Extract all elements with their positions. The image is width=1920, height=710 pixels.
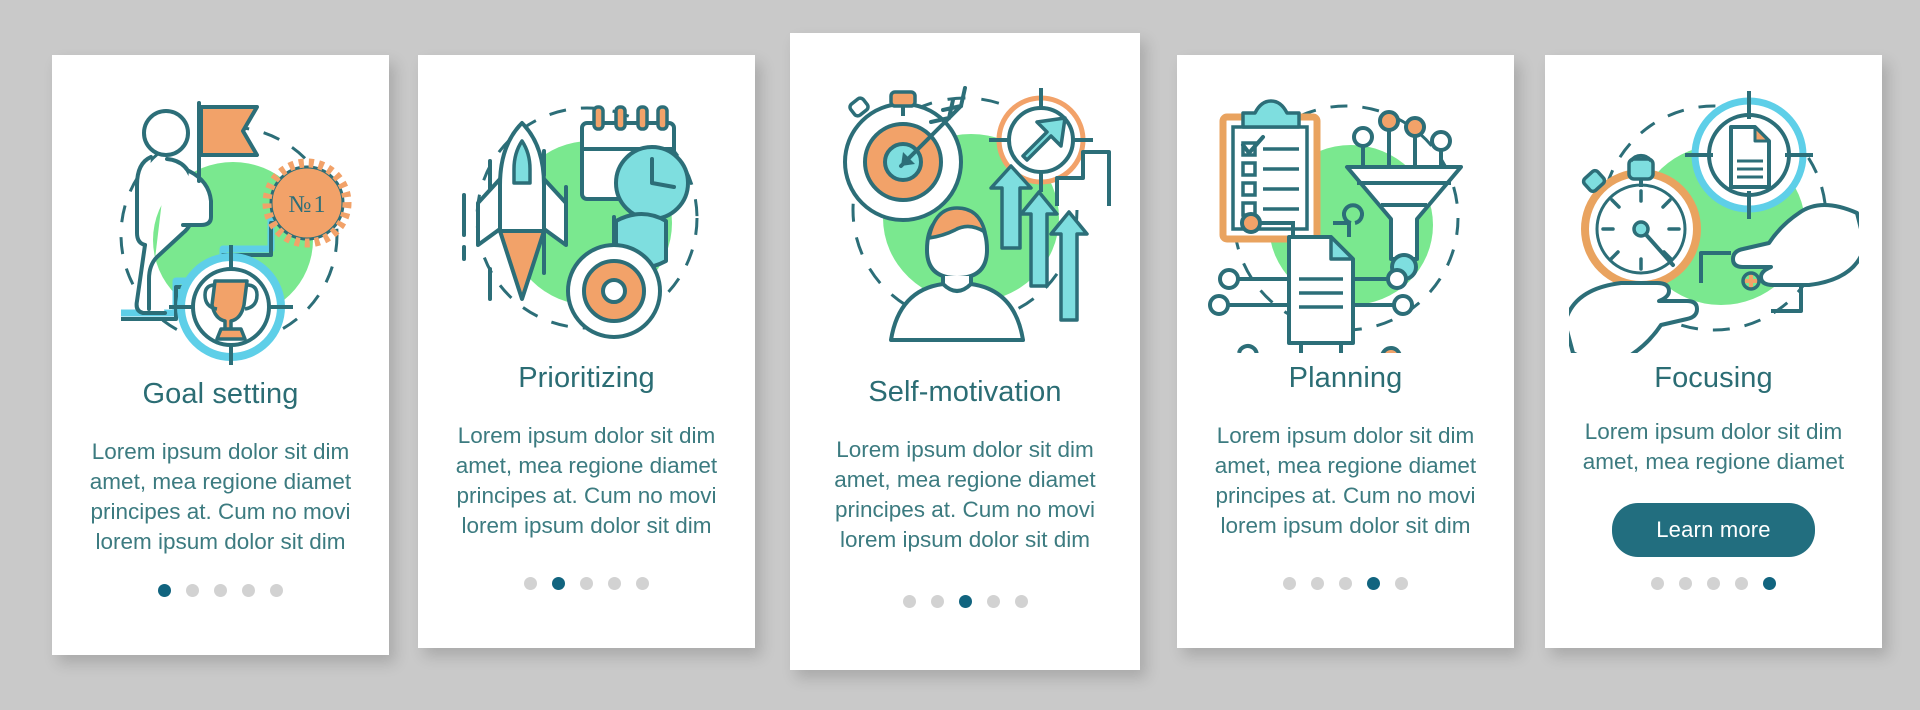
- pagination-dot-1[interactable]: [524, 577, 537, 590]
- card-title: Prioritizing: [518, 362, 655, 394]
- pagination-dot-3[interactable]: [958, 595, 972, 608]
- card-title: Focusing: [1654, 362, 1773, 394]
- pagination-dots[interactable]: [790, 595, 1140, 608]
- pagination-dot-2[interactable]: [930, 595, 944, 608]
- pagination-dots[interactable]: [1545, 577, 1882, 590]
- pagination-dot-5[interactable]: [1014, 595, 1028, 608]
- self-motivation-illustration: [790, 33, 1140, 375]
- pagination-dot-1[interactable]: [902, 595, 916, 608]
- pagination-dot-4[interactable]: [1367, 577, 1380, 590]
- pagination-dot-2[interactable]: [552, 577, 565, 590]
- pagination-dot-1[interactable]: [158, 584, 171, 597]
- card-title: Planning: [1288, 362, 1403, 394]
- pagination-dot-3[interactable]: [1707, 577, 1720, 590]
- pagination-dot-4[interactable]: [242, 584, 255, 597]
- onboarding-card-self-motivation[interactable]: Self-motivation Lorem ipsum dolor sit di…: [790, 33, 1140, 670]
- pagination-dot-4[interactable]: [1735, 577, 1748, 590]
- learn-more-button[interactable]: Learn more: [1612, 502, 1815, 557]
- pagination-dots[interactable]: [52, 584, 389, 597]
- card-body-text: Lorem ipsum dolor sit dim amet, mea regi…: [834, 436, 1096, 552]
- pagination-dot-3[interactable]: [1339, 577, 1352, 590]
- pagination-dot-3[interactable]: [580, 577, 593, 590]
- card-body-text: Lorem ipsum dolor sit dim amet, mea regi…: [89, 438, 352, 554]
- pagination-dots[interactable]: [418, 577, 755, 590]
- onboarding-card-goal-setting[interactable]: № 1 Goal setting Lorem ipsum dolor sit d…: [52, 55, 389, 655]
- pagination-dot-2[interactable]: [1679, 577, 1692, 590]
- onboarding-card-focusing[interactable]: Focusing Lorem ipsum dolor sit dim amet,…: [1545, 55, 1882, 648]
- pagination-dot-4[interactable]: [608, 577, 621, 590]
- pagination-dot-1[interactable]: [1283, 577, 1296, 590]
- badge-label: № 1: [288, 192, 325, 218]
- card-title: Self-motivation: [868, 376, 1062, 408]
- card-body-text: Lorem ipsum dolor sit dim amet, mea regi…: [455, 422, 718, 538]
- planning-illustration: [1177, 55, 1514, 363]
- card-body-text: Lorem ipsum dolor sit dim amet, mea regi…: [1582, 418, 1845, 474]
- pagination-dot-5[interactable]: [270, 584, 283, 597]
- card-body-text: Lorem ipsum dolor sit dim amet, mea regi…: [1214, 422, 1477, 538]
- pagination-dot-2[interactable]: [1311, 577, 1324, 590]
- goal-setting-illustration: № 1: [52, 55, 389, 375]
- pagination-dot-5[interactable]: [1395, 577, 1408, 590]
- pagination-dot-4[interactable]: [986, 595, 1000, 608]
- pagination-dot-2[interactable]: [186, 584, 199, 597]
- onboarding-card-prioritizing[interactable]: Prioritizing Lorem ipsum dolor sit dim a…: [418, 55, 755, 648]
- pagination-dot-1[interactable]: [1651, 577, 1664, 590]
- card-title: Goal setting: [142, 378, 299, 410]
- pagination-dot-5[interactable]: [1763, 577, 1776, 590]
- pagination-dots[interactable]: [1177, 577, 1514, 590]
- pagination-dot-3[interactable]: [214, 584, 227, 597]
- pagination-dot-5[interactable]: [636, 577, 649, 590]
- focusing-illustration: [1545, 55, 1882, 363]
- onboarding-card-planning[interactable]: Planning Lorem ipsum dolor sit dim amet,…: [1177, 55, 1514, 648]
- onboarding-screens-stage: № 1 Goal setting Lorem ipsum dolor sit d…: [0, 0, 1920, 710]
- prioritizing-illustration: [418, 55, 755, 363]
